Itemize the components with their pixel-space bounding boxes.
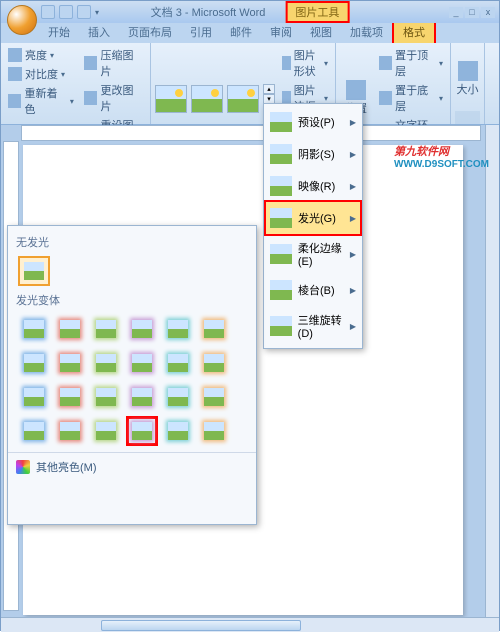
glow-swatch[interactable] xyxy=(198,416,230,446)
watermark: 第九软件网 WWW.D9SOFT.COM xyxy=(394,143,489,170)
more-glow-colors[interactable]: 其他亮色(M) xyxy=(8,452,256,481)
scroll-thumb[interactable] xyxy=(101,620,301,631)
glow-swatch[interactable] xyxy=(18,416,50,446)
vertical-scrollbar[interactable] xyxy=(485,125,499,617)
tab-review[interactable]: 审阅 xyxy=(261,21,301,43)
maximize-button[interactable]: □ xyxy=(465,7,479,18)
glow-swatch[interactable] xyxy=(162,314,194,344)
glow-swatch[interactable] xyxy=(90,382,122,412)
glow-swatch[interactable] xyxy=(90,314,122,344)
glow-swatch[interactable] xyxy=(54,416,86,446)
undo-icon[interactable] xyxy=(59,5,73,19)
change-pic-button[interactable]: 更改图片 xyxy=(81,81,146,115)
send-back-button[interactable]: 置于底层▾ xyxy=(376,81,446,115)
fx-shadow[interactable]: 阴影(S)▶ xyxy=(266,138,360,170)
glow-swatch[interactable] xyxy=(162,348,194,378)
position-icon xyxy=(346,80,366,100)
glow-none[interactable] xyxy=(18,256,50,286)
window-title: 文档 3 - Microsoft Word xyxy=(151,4,266,20)
horizontal-scrollbar[interactable] xyxy=(1,617,499,632)
redo-icon[interactable] xyxy=(77,5,91,19)
glow-swatch[interactable] xyxy=(198,348,230,378)
tab-page-layout[interactable]: 页面布局 xyxy=(119,21,181,43)
change-pic-icon xyxy=(84,91,98,105)
fx-soft-edges[interactable]: 柔化边缘(E)▶ xyxy=(266,234,360,274)
glow-swatch[interactable] xyxy=(54,382,86,412)
back-icon xyxy=(379,91,392,105)
glow-swatch[interactable] xyxy=(18,382,50,412)
glow-swatch[interactable] xyxy=(54,348,86,378)
style-thumb[interactable] xyxy=(191,85,223,113)
glow-swatch[interactable] xyxy=(90,348,122,378)
close-button[interactable]: x xyxy=(481,7,495,18)
style-thumb[interactable] xyxy=(155,85,187,113)
tab-mailings[interactable]: 邮件 xyxy=(221,21,261,43)
soft-edge-icon xyxy=(270,244,292,264)
size-icon xyxy=(458,61,478,81)
glow-icon xyxy=(270,208,292,228)
context-tab-picture-tools[interactable]: 图片工具 xyxy=(285,1,349,23)
bring-front-button[interactable]: 置于顶层▾ xyxy=(376,46,446,80)
palette-icon xyxy=(16,460,30,474)
glow-gallery: 无发光 发光变体 xyxy=(7,225,257,525)
tab-references[interactable]: 引用 xyxy=(181,21,221,43)
glow-swatch[interactable] xyxy=(198,314,230,344)
horizontal-ruler[interactable] xyxy=(21,125,481,141)
shadow-icon xyxy=(270,144,292,164)
glow-swatch[interactable] xyxy=(126,314,158,344)
ribbon-tabs: 开始 插入 页面布局 引用 邮件 审阅 视图 加载项 格式 xyxy=(1,23,499,43)
compress-button[interactable]: 压缩图片 xyxy=(81,46,146,80)
fx-preset[interactable]: 预设(P)▶ xyxy=(266,106,360,138)
shape-icon xyxy=(282,56,291,70)
tab-view[interactable]: 视图 xyxy=(301,21,341,43)
quick-access-toolbar: ▾ xyxy=(41,5,99,19)
glow-swatch[interactable] xyxy=(54,314,86,344)
size-button[interactable]: 大小 xyxy=(455,46,480,111)
save-icon[interactable] xyxy=(41,5,55,19)
front-icon xyxy=(379,56,392,70)
glow-swatch[interactable] xyxy=(126,382,158,412)
glow-swatch[interactable] xyxy=(90,416,122,446)
fx-glow[interactable]: 发光(G)▶ xyxy=(264,200,362,236)
qat-more-icon[interactable]: ▾ xyxy=(95,8,99,17)
tab-insert[interactable]: 插入 xyxy=(79,21,119,43)
picture-shape-button[interactable]: 图片形状▾ xyxy=(279,46,331,80)
preset-icon xyxy=(270,112,292,132)
compress-icon xyxy=(84,56,98,70)
gallery-up-icon[interactable]: ▴ xyxy=(263,84,275,94)
contrast-icon xyxy=(8,67,22,81)
contrast-button[interactable]: 对比度▾ xyxy=(5,65,77,83)
glow-swatch[interactable] xyxy=(162,416,194,446)
rotation-icon xyxy=(270,316,292,336)
glow-variants-grid xyxy=(16,312,248,448)
fx-reflection[interactable]: 映像(R)▶ xyxy=(266,170,360,202)
tab-addins[interactable]: 加载项 xyxy=(341,21,392,43)
glow-swatch-selected[interactable] xyxy=(126,416,158,446)
glow-swatch[interactable] xyxy=(18,348,50,378)
no-glow-label: 无发光 xyxy=(16,230,248,254)
tab-home[interactable]: 开始 xyxy=(39,21,79,43)
glow-variants-label: 发光变体 xyxy=(16,288,248,312)
office-button[interactable] xyxy=(7,5,37,35)
brightness-button[interactable]: 亮度▾ xyxy=(5,46,77,64)
glow-swatch[interactable] xyxy=(126,348,158,378)
bevel-icon xyxy=(270,280,292,300)
glow-swatch[interactable] xyxy=(162,382,194,412)
glow-swatch[interactable] xyxy=(198,382,230,412)
ribbon: 亮度▾ 对比度▾ 重新着色▾ 压缩图片 更改图片 重设图片 调整 ▴▾▿ 图片形… xyxy=(1,43,499,125)
glow-swatch[interactable] xyxy=(18,314,50,344)
fx-3d-rotation[interactable]: 三维旋转(D)▶ xyxy=(266,306,360,346)
recolor-button[interactable]: 重新着色▾ xyxy=(5,84,77,118)
style-thumb[interactable] xyxy=(227,85,259,113)
picture-effects-menu: 预设(P)▶ 阴影(S)▶ 映像(R)▶ 发光(G)▶ 柔化边缘(E)▶ 棱台(… xyxy=(263,103,363,349)
brightness-icon xyxy=(8,48,22,62)
fx-bevel[interactable]: 棱台(B)▶ xyxy=(266,274,360,306)
recolor-icon xyxy=(8,94,21,108)
minimize-button[interactable]: _ xyxy=(449,7,463,18)
reflection-icon xyxy=(270,176,292,196)
